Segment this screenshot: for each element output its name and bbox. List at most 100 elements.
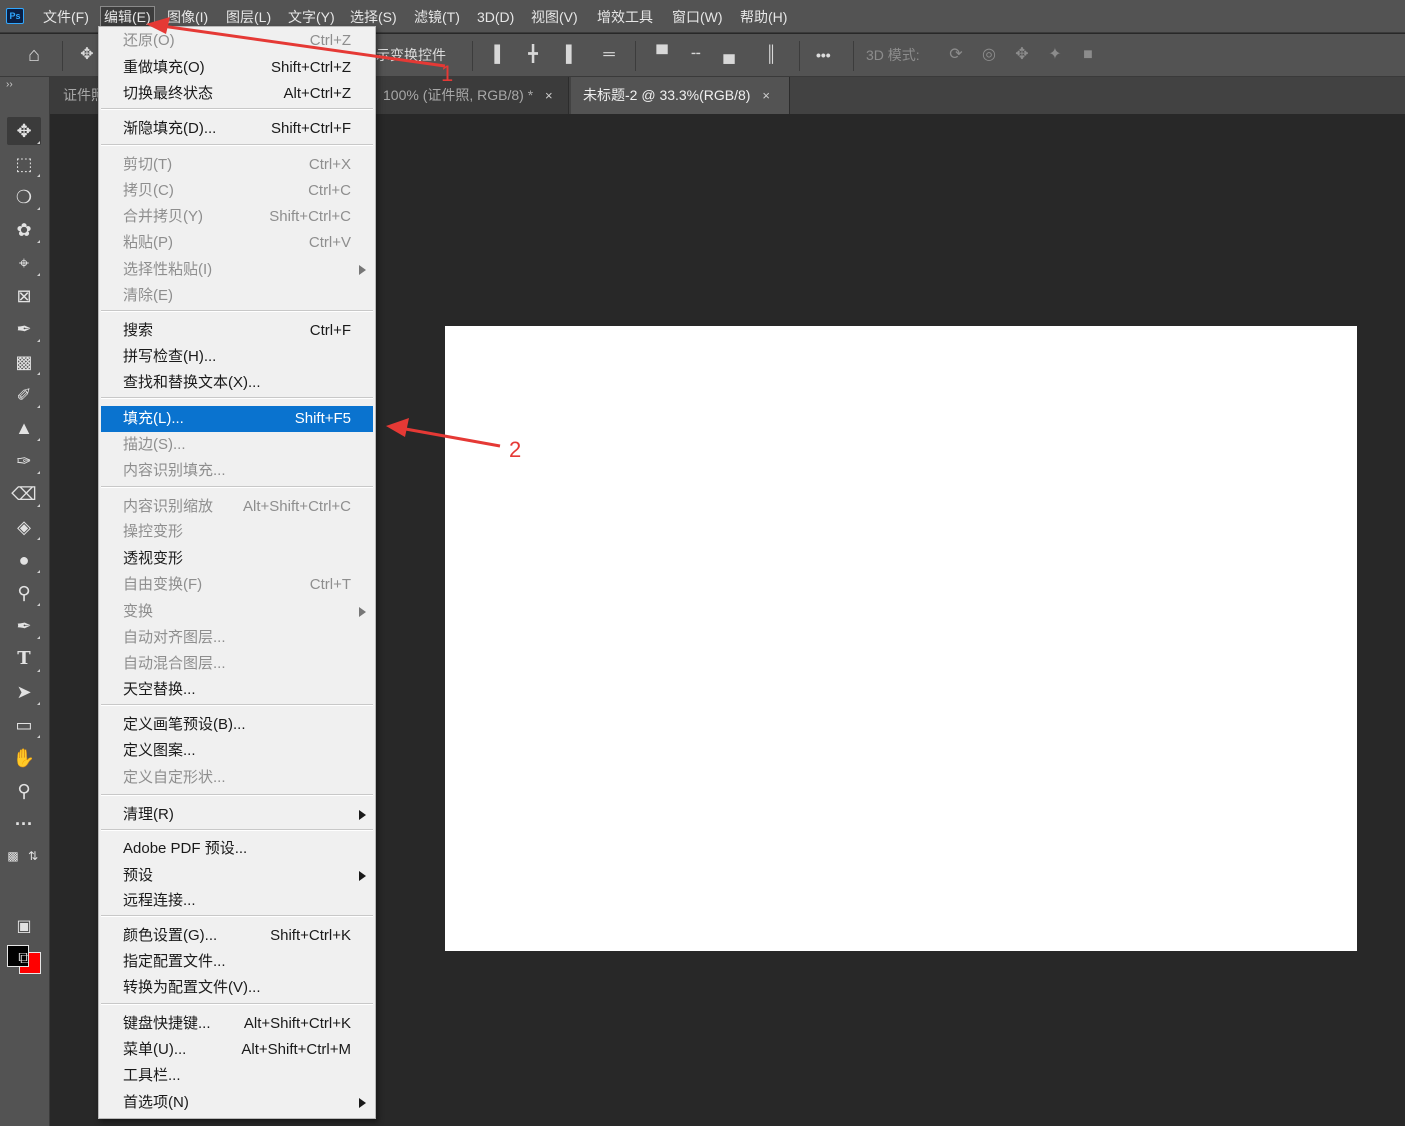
edit-menu-item[interactable]: 填充(L)... Shift+F5 xyxy=(101,406,373,432)
edit-menu-item[interactable]: 清除(E) xyxy=(101,283,373,309)
menu-type[interactable]: 文字(Y) xyxy=(285,6,338,28)
document-canvas[interactable] xyxy=(445,326,1357,951)
tab-document-1[interactable]: 证件照 xyxy=(50,77,105,114)
distribute-vertical-icon[interactable]: ║ xyxy=(759,42,783,68)
3d-roll-icon[interactable]: ◎ xyxy=(977,42,1001,68)
edit-menu-item[interactable]: 查找和替换文本(X)... xyxy=(101,370,373,396)
edit-menu-item[interactable]: 剪切(T) Ctrl+X xyxy=(101,152,373,178)
move-tool-icon[interactable]: ✥ xyxy=(7,117,41,145)
menu-window[interactable]: 窗口(W) xyxy=(669,6,726,28)
edit-menu-item[interactable]: 菜单(U)... Alt+Shift+Ctrl+M xyxy=(101,1037,373,1063)
hand-tool-icon[interactable]: ✋ xyxy=(7,744,41,772)
menu-plugins[interactable]: 增效工具 xyxy=(594,6,656,28)
menu-view[interactable]: 视图(V) xyxy=(528,6,581,28)
crop-tool-icon[interactable]: ⌖ xyxy=(7,249,41,277)
rectangle-tool-icon[interactable]: ▭ xyxy=(7,711,41,739)
menu-filter[interactable]: 滤镜(T) xyxy=(411,6,463,28)
edit-menu-item[interactable]: 内容识别缩放 Alt+Shift+Ctrl+C xyxy=(101,494,373,520)
edit-menu-item[interactable]: 拷贝(C) Ctrl+C xyxy=(101,178,373,204)
3d-slide-icon[interactable]: ✦ xyxy=(1043,42,1067,68)
edit-menu-item[interactable]: 指定配置文件... xyxy=(101,949,373,975)
distribute-icon[interactable]: ═ xyxy=(597,42,621,68)
edit-menu-item[interactable]: 还原(O) Ctrl+Z xyxy=(101,28,373,54)
edit-menu-item[interactable]: 自动混合图层... xyxy=(101,651,373,677)
collapse-panel-icon[interactable]: ›› xyxy=(6,79,13,90)
edit-menu-item[interactable]: 粘贴(P) Ctrl+V xyxy=(101,230,373,256)
edit-menu-item[interactable]: 搜索 Ctrl+F xyxy=(101,318,373,344)
edit-menu-item[interactable]: 预设 xyxy=(101,863,373,889)
3d-pan-icon[interactable]: ✥ xyxy=(1010,42,1034,68)
close-icon[interactable]: × xyxy=(762,88,770,103)
stamp-tool-icon[interactable]: ▲ xyxy=(7,414,41,442)
default-colors-icon[interactable]: ▩ xyxy=(3,842,23,870)
edit-menu-item[interactable]: 清理(R) xyxy=(101,802,373,828)
dodge-tool-icon[interactable]: ⚲ xyxy=(7,579,41,607)
eraser-tool-icon[interactable]: ⌫ xyxy=(7,480,41,508)
edit-menu-item[interactable]: 透视变形 xyxy=(101,546,373,572)
align-top-icon[interactable]: ▀ xyxy=(650,42,674,68)
quick-mask-icon[interactable]: ▣ xyxy=(7,913,41,941)
show-transform-controls-label[interactable]: 示变换控件 xyxy=(376,42,446,68)
paint-bucket-tool-icon[interactable]: ◈ xyxy=(7,513,41,541)
menu-layer[interactable]: 图层(L) xyxy=(223,6,274,28)
zoom-tool-icon[interactable]: ⚲ xyxy=(7,777,41,805)
edit-menu-item[interactable]: 重做填充(O) Shift+Ctrl+Z xyxy=(101,55,373,81)
menu-3d[interactable]: 3D(D) xyxy=(474,6,517,28)
tab-document-2[interactable]: 100% (证件照, RGB/8) * × xyxy=(371,77,569,114)
edit-menu-item[interactable]: 切换最终状态 Alt+Ctrl+Z xyxy=(101,81,373,107)
edit-menu-item[interactable]: 键盘快捷键... Alt+Shift+Ctrl+K xyxy=(101,1011,373,1037)
align-bottom-icon[interactable]: ▄ xyxy=(717,42,741,68)
edit-menu-item[interactable]: Adobe PDF 预设... xyxy=(101,836,373,862)
3d-orbit-icon[interactable]: ⟳ xyxy=(944,42,968,68)
edit-menu-item[interactable]: 颜色设置(G)... Shift+Ctrl+K xyxy=(101,923,373,949)
edit-menu-item[interactable]: 描边(S)... xyxy=(101,432,373,458)
blur-tool-icon[interactable]: ● xyxy=(7,546,41,574)
edit-menu-item[interactable]: 转换为配置文件(V)... xyxy=(101,975,373,1001)
marquee-tool-icon[interactable]: ⬚ xyxy=(7,150,41,178)
history-brush-tool-icon[interactable]: ✑ xyxy=(7,447,41,475)
screen-mode-icon[interactable]: ⧉ xyxy=(7,945,41,973)
edit-menu-item[interactable]: 合并拷贝(Y) Shift+Ctrl+C xyxy=(101,204,373,230)
type-tool-icon[interactable]: T xyxy=(7,645,41,673)
edit-menu-item[interactable]: 拼写检查(H)... xyxy=(101,344,373,370)
menu-image[interactable]: 图像(I) xyxy=(164,6,211,28)
eyedropper-tool-icon[interactable]: ✒ xyxy=(7,315,41,343)
menu-edit[interactable]: 编辑(E) xyxy=(100,6,155,28)
3d-camera-icon[interactable]: ■ xyxy=(1076,42,1100,68)
edit-menu-item[interactable]: 渐隐填充(D)... Shift+Ctrl+F xyxy=(101,116,373,142)
menu-help[interactable]: 帮助(H) xyxy=(737,6,790,28)
more-tools-icon[interactable]: ··· xyxy=(7,810,41,838)
healing-tool-icon[interactable]: ▩ xyxy=(7,348,41,376)
edit-menu-item[interactable]: 变换 xyxy=(101,599,373,625)
frame-tool-icon[interactable]: ⊠ xyxy=(7,282,41,310)
edit-menu-item[interactable]: 定义画笔预设(B)... xyxy=(101,712,373,738)
swap-colors-icon[interactable]: ⇅ xyxy=(23,842,43,870)
edit-menu-item[interactable]: 首选项(N) xyxy=(101,1090,373,1116)
align-right-icon[interactable]: ▐ xyxy=(554,42,578,68)
menu-select[interactable]: 选择(S) xyxy=(347,6,400,28)
edit-menu-item[interactable]: 内容识别填充... xyxy=(101,458,373,484)
move-options-icon[interactable]: ✥ xyxy=(75,42,99,68)
align-center-h-icon[interactable]: ╋ xyxy=(521,42,545,68)
edit-menu-item[interactable]: 选择性粘贴(I) xyxy=(101,257,373,283)
path-select-tool-icon[interactable]: ➤ xyxy=(7,678,41,706)
quick-select-tool-icon[interactable]: ✿ xyxy=(7,216,41,244)
brush-tool-icon[interactable]: ✐ xyxy=(7,381,41,409)
align-left-icon[interactable]: ▌ xyxy=(488,42,512,68)
edit-menu-item[interactable]: 自动对齐图层... xyxy=(101,625,373,651)
home-icon[interactable]: ⌂ xyxy=(22,42,46,68)
edit-menu-item[interactable]: 定义图案... xyxy=(101,738,373,764)
tab-document-3[interactable]: 未标题-2 @ 33.3%(RGB/8) × xyxy=(571,77,790,114)
pen-tool-icon[interactable]: ✒ xyxy=(7,612,41,640)
edit-menu-item[interactable]: 工具栏... xyxy=(101,1063,373,1089)
edit-menu-item[interactable]: 定义自定形状... xyxy=(101,765,373,791)
more-options-button[interactable]: ••• xyxy=(816,42,831,68)
edit-menu-item[interactable]: 自由变换(F) Ctrl+T xyxy=(101,572,373,598)
edit-menu-item[interactable]: 操控变形 xyxy=(101,519,373,545)
edit-menu-item[interactable]: 天空替换... xyxy=(101,677,373,703)
close-icon[interactable]: × xyxy=(545,88,553,103)
lasso-tool-icon[interactable]: ❍ xyxy=(7,183,41,211)
edit-menu-item[interactable]: 远程连接... xyxy=(101,888,373,914)
menu-file[interactable]: 文件(F) xyxy=(40,6,92,28)
align-middle-v-icon[interactable]: ╌ xyxy=(684,42,708,68)
